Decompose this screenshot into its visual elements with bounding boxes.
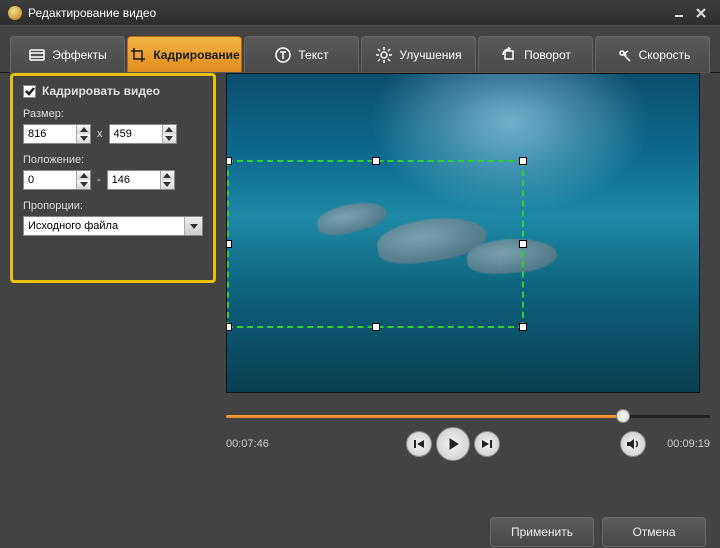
prev-button[interactable] (406, 431, 432, 457)
size-separator: x (97, 128, 103, 140)
next-button[interactable] (474, 431, 500, 457)
minimize-button[interactable] (668, 4, 690, 22)
crop-handle-bl[interactable] (226, 323, 232, 331)
close-button[interactable] (690, 4, 712, 22)
spin-down-icon[interactable] (161, 180, 174, 189)
titlebar: Редактирование видео (0, 0, 720, 26)
tab-label: Текст (298, 48, 328, 62)
text-icon (274, 46, 292, 64)
spin-down-icon[interactable] (77, 134, 90, 143)
time-current: 00:07:46 (226, 438, 286, 450)
size-height-spinner[interactable] (109, 124, 177, 144)
tab-enhance[interactable]: Улучшения (361, 36, 476, 72)
aspect-combo[interactable] (23, 216, 203, 236)
crop-handle-mr[interactable] (519, 240, 527, 248)
spin-up-icon[interactable] (77, 171, 90, 180)
crop-enable-label: Кадрировать видео (42, 84, 160, 98)
size-width-spinner[interactable] (23, 124, 91, 144)
crop-handle-bc[interactable] (372, 323, 380, 331)
tab-speed[interactable]: Скорость (595, 36, 710, 72)
crop-icon (129, 46, 147, 64)
tab-effects[interactable]: Эффекты (10, 36, 125, 72)
pos-separator: - (97, 174, 101, 186)
crop-handle-ml[interactable] (226, 240, 232, 248)
speed-icon (615, 46, 633, 64)
window-title: Редактирование видео (28, 6, 668, 20)
tab-crop[interactable]: Кадрирование (127, 36, 242, 72)
enhance-icon (375, 46, 393, 64)
spin-up-icon[interactable] (161, 171, 174, 180)
size-label: Размер: (23, 108, 203, 120)
cancel-button[interactable]: Отмена (602, 517, 706, 547)
spin-buttons[interactable] (160, 171, 174, 189)
playback-controls: 00:07:46 00:09:19 (226, 427, 710, 461)
tab-label: Поворот (524, 48, 571, 62)
effects-icon (28, 46, 46, 64)
apply-button[interactable]: Применить (490, 517, 594, 547)
crop-handle-tc[interactable] (372, 157, 380, 165)
seek-bar[interactable] (226, 409, 710, 423)
tab-rotate[interactable]: Поворот (478, 36, 593, 72)
tab-text[interactable]: Текст (244, 36, 359, 72)
preview-column: 00:07:46 00:09:19 (216, 73, 710, 505)
tab-label: Скорость (639, 48, 691, 62)
play-button[interactable] (436, 427, 470, 461)
main-area: Кадрировать видео Размер: x Положение: (0, 73, 720, 505)
app-icon (8, 6, 22, 20)
pos-y-input[interactable] (108, 171, 160, 189)
crop-handle-br[interactable] (519, 323, 527, 331)
size-width-input[interactable] (24, 125, 76, 143)
cancel-label: Отмена (632, 525, 675, 539)
volume-button[interactable] (620, 431, 646, 457)
size-height-input[interactable] (110, 125, 162, 143)
footer: Применить Отмена (0, 505, 720, 548)
pos-x-input[interactable] (24, 171, 76, 189)
spin-buttons[interactable] (76, 171, 90, 189)
video-preview[interactable] (226, 73, 700, 393)
pos-y-spinner[interactable] (107, 170, 175, 190)
spin-up-icon[interactable] (163, 125, 176, 134)
crop-enable-checkbox[interactable] (23, 85, 36, 98)
spin-up-icon[interactable] (77, 125, 90, 134)
seek-thumb[interactable] (616, 409, 630, 423)
tab-bar: Эффекты Кадрирование Текст Улучшения Пов… (0, 26, 720, 72)
crop-handle-tr[interactable] (519, 157, 527, 165)
crop-settings-panel: Кадрировать видео Размер: x Положение: (10, 73, 216, 283)
aspect-label: Пропорции: (23, 200, 203, 212)
rotate-icon (500, 46, 518, 64)
time-total: 00:09:19 (650, 438, 710, 450)
spin-down-icon[interactable] (77, 180, 90, 189)
apply-label: Применить (511, 525, 573, 539)
chevron-down-icon[interactable] (184, 217, 202, 235)
spin-down-icon[interactable] (163, 134, 176, 143)
tab-label: Улучшения (399, 48, 461, 62)
crop-rectangle[interactable] (227, 160, 524, 329)
seek-progress (226, 415, 623, 418)
aspect-value[interactable] (24, 217, 184, 235)
spin-buttons[interactable] (76, 125, 90, 143)
tab-label: Кадрирование (153, 48, 239, 62)
pos-x-spinner[interactable] (23, 170, 91, 190)
crop-handle-tl[interactable] (226, 157, 232, 165)
spin-buttons[interactable] (162, 125, 176, 143)
tab-label: Эффекты (52, 48, 107, 62)
position-label: Положение: (23, 154, 203, 166)
